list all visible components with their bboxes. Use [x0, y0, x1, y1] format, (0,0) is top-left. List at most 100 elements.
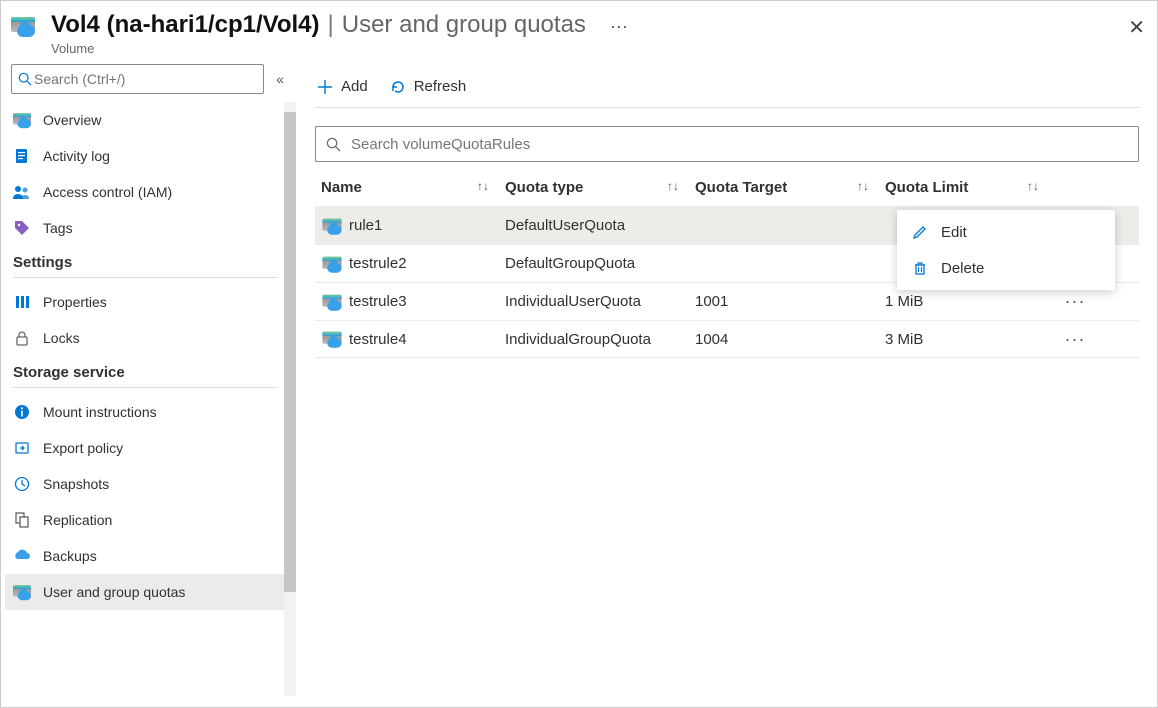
table-header-row: Name ↑↓ Quota type ↑↓ Quota Target ↑↓ Qu… — [315, 168, 1139, 206]
replication-icon — [13, 511, 31, 529]
column-header-limit[interactable]: Quota Limit ↑↓ — [885, 179, 1055, 196]
column-header-name[interactable]: Name ↑↓ — [315, 179, 505, 196]
add-button[interactable]: Add — [315, 74, 370, 99]
cell-target: 1004 — [695, 331, 885, 348]
activity-log-icon — [13, 147, 31, 165]
row-actions-button[interactable]: ··· — [1055, 291, 1095, 312]
header-more-icon[interactable]: ··· — [610, 16, 628, 37]
row-icon — [315, 330, 349, 348]
cell-type: IndividualUserQuota — [505, 293, 695, 310]
overview-icon — [13, 111, 31, 129]
sidebar-item-replication[interactable]: Replication — [5, 502, 286, 538]
resource-type-label: Volume — [51, 41, 1141, 56]
header-titles: Vol4 (na-hari1/cp1/Vol4) | User and grou… — [51, 11, 1141, 56]
row-actions-button[interactable]: ··· — [1055, 329, 1095, 350]
row-icon — [315, 255, 349, 273]
table-row[interactable]: testrule4 IndividualGroupQuota 1004 3 Mi… — [315, 320, 1139, 358]
sort-icon: ↑↓ — [667, 179, 695, 193]
sidebar: « Overview Activity log — [1, 62, 297, 696]
cell-name: testrule4 — [349, 331, 505, 348]
backups-icon — [13, 547, 31, 565]
context-delete-label: Delete — [941, 260, 984, 277]
locks-icon — [13, 329, 31, 347]
page-title-section: User and group quotas — [342, 11, 586, 39]
search-icon — [326, 137, 341, 152]
table-search-input[interactable] — [349, 135, 1128, 154]
sort-icon: ↑↓ — [1027, 179, 1055, 193]
sidebar-item-properties[interactable]: Properties — [5, 284, 286, 320]
sidebar-item-label: Tags — [43, 220, 73, 236]
section-divider — [13, 277, 278, 278]
refresh-icon — [390, 79, 406, 95]
row-icon — [315, 217, 349, 235]
sort-icon: ↑↓ — [857, 179, 885, 193]
sidebar-item-label: Snapshots — [43, 476, 109, 492]
cell-name: rule1 — [349, 217, 505, 234]
plus-icon — [317, 79, 333, 95]
row-context-menu: Edit Delete — [897, 210, 1115, 290]
sidebar-item-label: Export policy — [43, 440, 123, 456]
command-bar: Add Refresh — [315, 66, 1139, 108]
refresh-button[interactable]: Refresh — [388, 74, 469, 99]
sidebar-section-settings: Settings — [5, 246, 286, 275]
refresh-button-label: Refresh — [414, 78, 467, 95]
sidebar-item-overview[interactable]: Overview — [5, 102, 286, 138]
quotas-icon — [13, 583, 31, 601]
edit-icon — [911, 224, 929, 240]
sidebar-item-quotas[interactable]: User and group quotas — [5, 574, 286, 610]
cell-type: DefaultGroupQuota — [505, 255, 695, 272]
sidebar-scrollbar-thumb[interactable] — [284, 112, 296, 592]
sidebar-item-label: User and group quotas — [43, 584, 185, 600]
column-header-type[interactable]: Quota type ↑↓ — [505, 179, 695, 196]
sidebar-item-label: Access control (IAM) — [43, 184, 172, 200]
cell-type: DefaultUserQuota — [505, 217, 695, 234]
sidebar-search-input[interactable] — [32, 70, 257, 88]
sidebar-item-label: Properties — [43, 294, 107, 310]
row-icon — [315, 293, 349, 311]
snapshots-icon — [13, 475, 31, 493]
sidebar-item-activity-log[interactable]: Activity log — [5, 138, 286, 174]
context-edit[interactable]: Edit — [897, 214, 1115, 250]
properties-icon — [13, 293, 31, 311]
delete-icon — [911, 260, 929, 276]
cell-limit: 1 MiB — [885, 293, 1055, 310]
sidebar-item-label: Mount instructions — [43, 404, 157, 420]
cell-name: testrule3 — [349, 293, 505, 310]
close-icon[interactable]: ✕ — [1128, 15, 1145, 40]
sidebar-section-storage: Storage service — [5, 356, 286, 385]
sidebar-item-label: Locks — [43, 330, 80, 346]
sidebar-item-locks[interactable]: Locks — [5, 320, 286, 356]
cell-type: IndividualGroupQuota — [505, 331, 695, 348]
info-icon — [13, 403, 31, 421]
title-separator: | — [328, 11, 334, 39]
collapse-sidebar-icon[interactable]: « — [270, 67, 290, 91]
sidebar-item-export[interactable]: Export policy — [5, 430, 286, 466]
sidebar-item-mount[interactable]: Mount instructions — [5, 394, 286, 430]
context-delete[interactable]: Delete — [897, 250, 1115, 286]
cell-limit: 3 MiB — [885, 331, 1055, 348]
search-icon — [18, 72, 32, 86]
sidebar-item-label: Activity log — [43, 148, 110, 164]
sidebar-item-snapshots[interactable]: Snapshots — [5, 466, 286, 502]
volume-resource-icon — [11, 17, 41, 47]
tags-icon — [13, 219, 31, 237]
add-button-label: Add — [341, 78, 368, 95]
sidebar-item-label: Replication — [43, 512, 112, 528]
sidebar-item-label: Backups — [43, 548, 97, 564]
sidebar-item-tags[interactable]: Tags — [5, 210, 286, 246]
cell-name: testrule2 — [349, 255, 505, 272]
table-search[interactable] — [315, 126, 1139, 162]
column-header-target[interactable]: Quota Target ↑↓ — [695, 179, 885, 196]
sidebar-item-backups[interactable]: Backups — [5, 538, 286, 574]
iam-icon — [13, 183, 31, 201]
sidebar-item-iam[interactable]: Access control (IAM) — [5, 174, 286, 210]
blade-header: Vol4 (na-hari1/cp1/Vol4) | User and grou… — [1, 1, 1157, 62]
cell-target: 1001 — [695, 293, 885, 310]
export-policy-icon — [13, 439, 31, 457]
main-panel: Add Refresh Name ↑↓ Quota type ↑ — [297, 62, 1157, 696]
sidebar-search[interactable] — [11, 64, 264, 94]
sidebar-item-label: Overview — [43, 112, 101, 128]
section-divider — [13, 387, 278, 388]
sort-icon: ↑↓ — [477, 179, 505, 193]
context-edit-label: Edit — [941, 224, 967, 241]
